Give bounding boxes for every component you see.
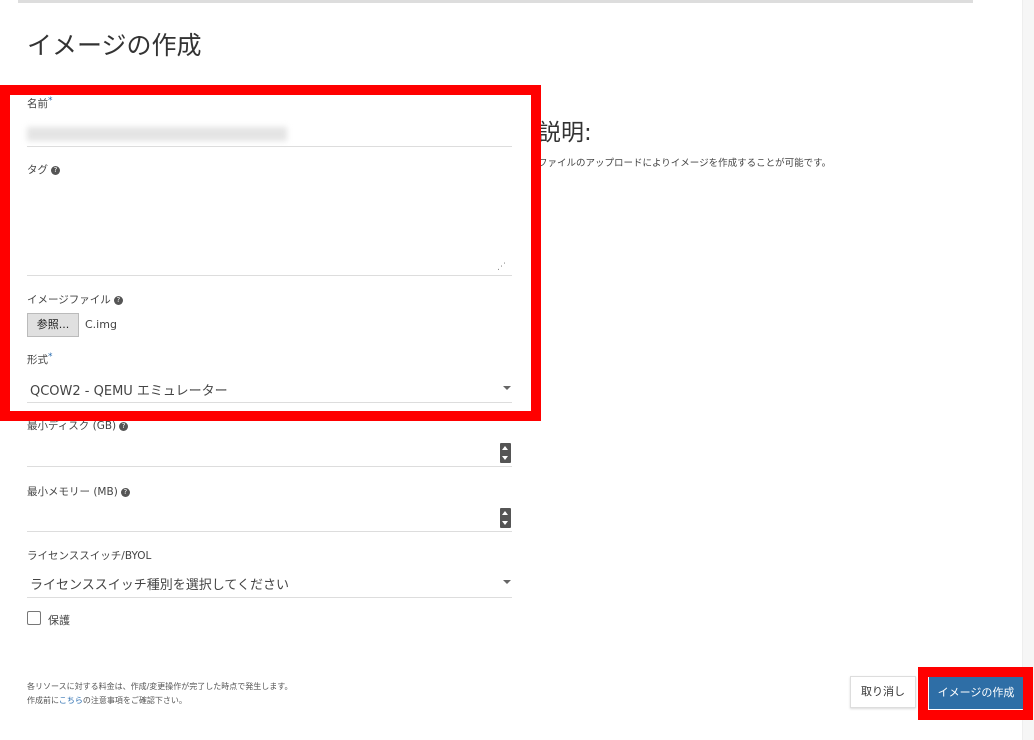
format-underline <box>27 402 512 403</box>
tag-label: タグ? <box>27 162 60 177</box>
name-label-text: 名前 <box>27 98 48 110</box>
chevron-down-icon[interactable] <box>503 580 511 584</box>
description-heading: 説明: <box>538 120 592 146</box>
required-mark: * <box>48 352 53 362</box>
format-label: 形式* <box>27 352 53 367</box>
format-select[interactable]: QCOW2 - QEMU エミュレーター <box>30 380 228 399</box>
window-edge <box>1022 0 1034 740</box>
description-text: ファイルのアップロードによりイメージを作成することが可能です。 <box>538 158 832 169</box>
help-icon[interactable]: ? <box>51 165 60 175</box>
file-name: C.img <box>85 318 117 331</box>
min-disk-label: 最小ディスク (GB)? <box>27 418 129 433</box>
image-file-label: イメージファイル? <box>27 292 123 307</box>
name-underline <box>27 146 512 147</box>
license-label: ライセンススイッチ/BYOL <box>27 550 152 562</box>
protect-checkbox[interactable] <box>27 611 41 625</box>
pricing-note: 各リソースに対する料金は、作成/変更操作が完了した時点で発生します。 <box>27 682 293 691</box>
create-image-button[interactable]: イメージの作成 <box>929 677 1023 709</box>
min-memory-label-text: 最小メモリー (MB) <box>27 486 118 498</box>
chevron-down-icon[interactable] <box>503 386 511 390</box>
min-memory-label: 最小メモリー (MB)? <box>27 484 130 499</box>
required-mark: * <box>48 96 53 106</box>
resize-grip-icon[interactable]: ⋰ <box>497 262 506 272</box>
help-icon[interactable]: ? <box>120 487 130 497</box>
top-divider <box>18 0 973 3</box>
tag-textarea[interactable] <box>27 275 512 276</box>
min-memory-input[interactable] <box>27 531 512 532</box>
tag-label-text: タグ <box>27 164 48 176</box>
min-disk-stepper[interactable] <box>500 443 511 463</box>
name-label: 名前* <box>27 96 53 111</box>
help-icon[interactable]: ? <box>113 295 123 305</box>
name-input[interactable] <box>27 127 287 141</box>
min-memory-stepper[interactable] <box>500 508 511 528</box>
min-disk-input[interactable] <box>27 466 512 467</box>
page-title: イメージの作成 <box>27 31 202 60</box>
caution-note: 作成前にこちらの注意事項をご確認下さい。 <box>27 695 187 706</box>
cancel-button[interactable]: 取り消し <box>850 676 916 708</box>
format-label-text: 形式 <box>27 354 48 366</box>
license-select[interactable]: ライセンススイッチ種別を選択してください <box>30 574 289 593</box>
min-disk-label-text: 最小ディスク (GB) <box>27 420 117 432</box>
help-icon[interactable]: ? <box>119 421 129 431</box>
license-underline <box>27 597 512 598</box>
protect-label: 保護 <box>48 614 70 627</box>
image-file-label-text: イメージファイル <box>27 294 111 306</box>
caution-link[interactable]: こちら <box>59 696 83 705</box>
caution-pre: 作成前に <box>27 696 59 705</box>
caution-post: の注意事項をご確認下さい。 <box>82 696 187 705</box>
browse-button[interactable]: 参照... <box>27 313 79 337</box>
